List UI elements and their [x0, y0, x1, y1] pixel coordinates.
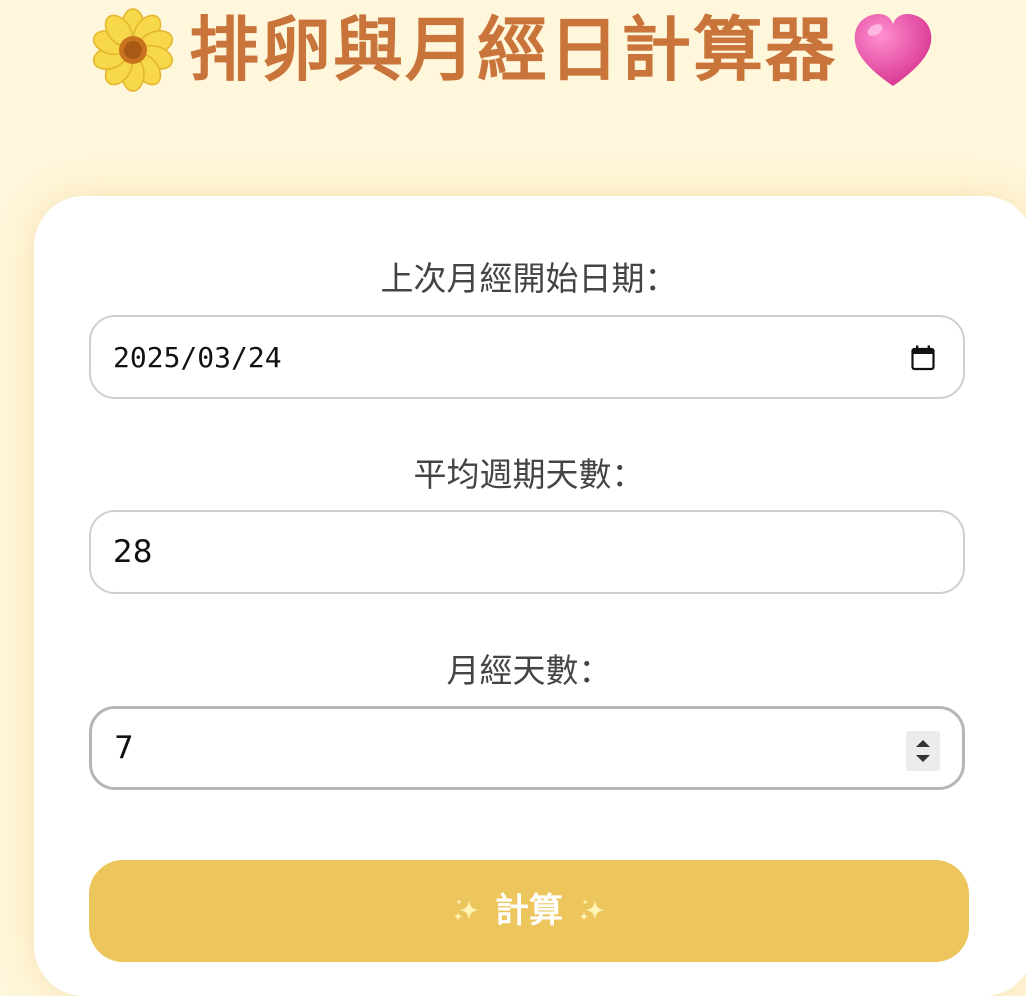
page-header: 排卵與月經日計算器: [0, 0, 1026, 100]
calculate-button-label: 計算: [495, 891, 563, 931]
page-title: 排卵與月經日計算器: [189, 9, 837, 91]
period-days-input[interactable]: 7: [89, 706, 965, 790]
calculate-button[interactable]: 計算: [89, 860, 969, 962]
calendar-icon[interactable]: [911, 345, 935, 371]
last-period-date-value: 2025/03/24: [113, 340, 282, 374]
period-days-value: 7: [114, 730, 134, 766]
cycle-length-input[interactable]: 28: [89, 510, 965, 594]
calculator-card: 上次月經開始日期： 2025/03/24 平均週期天數： 28 月經天數： 7 …: [34, 196, 1026, 996]
sunflower-icon: [92, 8, 174, 92]
cycle-length-value: 28: [113, 534, 153, 570]
last-period-label: 上次月經開始日期：: [380, 259, 678, 298]
sparkles-icon: [579, 899, 605, 921]
heart-icon: [854, 14, 932, 86]
cycle-length-label: 平均週期天數：: [413, 455, 645, 494]
last-period-date-input[interactable]: 2025/03/24: [89, 315, 965, 399]
number-spinner-icon[interactable]: [906, 731, 940, 771]
sparkles-icon: [453, 899, 479, 921]
period-days-label: 月經天數：: [446, 651, 612, 690]
